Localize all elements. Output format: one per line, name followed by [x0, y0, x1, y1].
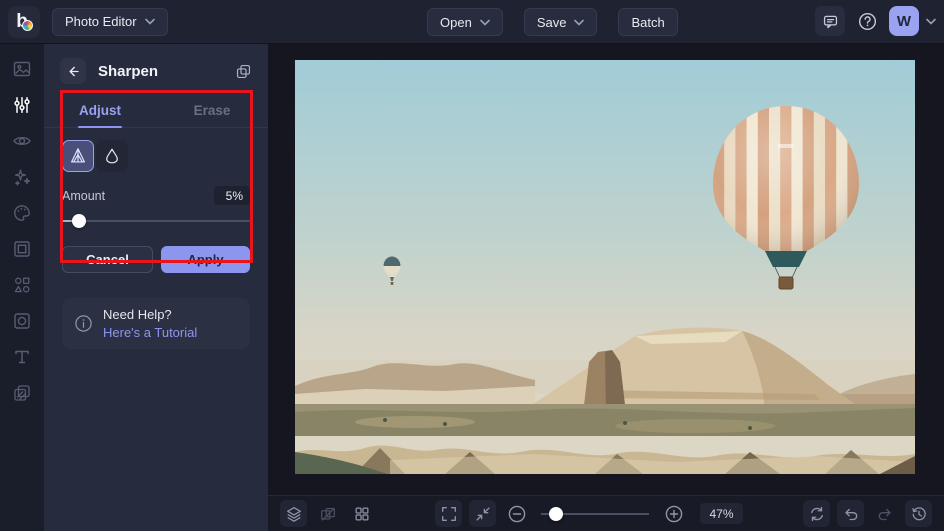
panel-header: Sharpen	[44, 44, 268, 94]
sharpen-panel: Sharpen Adjust Erase	[44, 44, 268, 531]
user-avatar[interactable]: W	[889, 6, 919, 36]
fullscreen-icon	[440, 505, 458, 523]
zoom-in-button[interactable]	[660, 500, 687, 527]
redo-button[interactable]	[871, 500, 898, 527]
chevron-down-icon	[480, 19, 490, 26]
refresh-icon	[808, 505, 826, 523]
shapes-icon	[12, 275, 32, 295]
history-controls	[803, 500, 932, 527]
minus-circle-icon	[507, 504, 527, 524]
reset-rotate-button[interactable]	[803, 500, 830, 527]
undo-button[interactable]	[837, 500, 864, 527]
panel-tabs: Adjust Erase	[44, 94, 268, 128]
amount-slider-thumb[interactable]	[72, 214, 86, 228]
sparkles-icon	[12, 167, 32, 187]
amount-label: Amount	[62, 189, 105, 203]
panel-body: Amount 5% Cancel Apply	[44, 140, 268, 273]
zoom-controls: 47%	[435, 500, 742, 527]
redo-icon	[876, 505, 894, 523]
frame-icon	[12, 239, 32, 259]
zoom-out-button[interactable]	[503, 500, 530, 527]
photo-icon	[12, 59, 32, 79]
tab-adjust[interactable]: Adjust	[44, 94, 156, 127]
topbar: b Photo Editor Open Save Batch	[0, 0, 944, 44]
info-icon	[74, 314, 93, 333]
layers-button[interactable]	[280, 500, 307, 527]
eye-icon	[12, 131, 32, 151]
file-actions: Open Save Batch	[427, 8, 678, 36]
chat-icon	[822, 13, 839, 30]
rail-item-photo[interactable]	[8, 58, 36, 79]
soften-brush-button[interactable]	[96, 140, 128, 172]
pages-icon	[235, 63, 252, 80]
tool-rail	[0, 44, 44, 531]
canvas-area[interactable]	[268, 44, 944, 495]
befunky-logo[interactable]: b	[8, 6, 40, 38]
apply-button[interactable]: Apply	[161, 246, 250, 273]
overlay-icon	[12, 311, 32, 331]
history-icon	[910, 505, 928, 523]
bottom-left-tools	[280, 500, 375, 527]
palette-icon	[12, 203, 32, 223]
rail-item-graphics[interactable]	[8, 274, 36, 295]
chevron-down-icon	[574, 19, 584, 26]
grid-view-button[interactable]	[348, 500, 375, 527]
app-menu-button[interactable]: Photo Editor	[52, 8, 168, 36]
sharpen-brush-icon	[68, 146, 88, 166]
text-icon	[12, 347, 32, 367]
rail-item-frames[interactable]	[8, 238, 36, 259]
app-menu-label: Photo Editor	[65, 14, 137, 29]
fit-screen-icon	[474, 505, 492, 523]
amount-value-field[interactable]: 5%	[214, 186, 250, 205]
undo-icon	[842, 505, 860, 523]
topbar-right: W	[815, 6, 936, 36]
action-buttons: Cancel Apply	[62, 246, 250, 273]
textures-icon	[12, 383, 32, 403]
feedback-chat-button[interactable]	[815, 6, 845, 36]
arrow-left-icon	[66, 64, 81, 79]
cancel-button[interactable]: Cancel	[62, 246, 153, 273]
rail-item-adjustments[interactable]	[8, 94, 36, 115]
account-chevron-down-icon[interactable]	[926, 18, 936, 25]
fullscreen-button[interactable]	[435, 500, 462, 527]
grid-icon	[353, 505, 371, 523]
zoom-slider[interactable]	[541, 506, 649, 522]
amount-row: Amount 5%	[62, 186, 250, 205]
back-button[interactable]	[60, 58, 86, 84]
help-box[interactable]: Need Help? Here's a Tutorial	[62, 298, 250, 349]
rail-item-text[interactable]	[8, 346, 36, 367]
rail-item-effects[interactable]	[8, 166, 36, 187]
open-button[interactable]: Open	[427, 8, 503, 36]
layers-icon	[285, 505, 303, 523]
save-button[interactable]: Save	[524, 8, 598, 36]
help-icon	[857, 11, 878, 32]
sliders-icon	[12, 95, 32, 115]
photo-hot-air-balloons[interactable]	[295, 60, 915, 474]
sharpen-brush-button[interactable]	[62, 140, 94, 172]
rail-item-touchup[interactable]	[8, 130, 36, 151]
fit-to-screen-button[interactable]	[469, 500, 496, 527]
rail-item-artsy[interactable]	[8, 202, 36, 223]
bottom-toolbar: 47%	[268, 495, 944, 531]
zoom-value-field[interactable]: 47%	[700, 503, 742, 524]
chevron-down-icon	[145, 18, 155, 25]
duplicate-panel-button[interactable]	[235, 63, 252, 80]
history-button[interactable]	[905, 500, 932, 527]
help-title: Need Help?	[103, 307, 197, 322]
soften-brush-icon	[102, 146, 122, 166]
plus-circle-icon	[664, 504, 684, 524]
tab-erase[interactable]: Erase	[156, 94, 268, 127]
batch-button[interactable]: Batch	[618, 8, 677, 36]
color-wheel-icon	[22, 20, 33, 31]
panel-title: Sharpen	[98, 63, 223, 80]
rail-item-textures[interactable]	[8, 382, 36, 403]
tutorial-link[interactable]: Here's a Tutorial	[103, 325, 197, 340]
amount-slider[interactable]	[62, 213, 250, 229]
compare-icon	[319, 505, 337, 523]
zoom-slider-thumb[interactable]	[549, 507, 563, 521]
rail-item-overlays[interactable]	[8, 310, 36, 331]
help-button[interactable]	[852, 6, 882, 36]
compare-button[interactable]	[314, 500, 341, 527]
brush-mode-group	[62, 140, 250, 172]
